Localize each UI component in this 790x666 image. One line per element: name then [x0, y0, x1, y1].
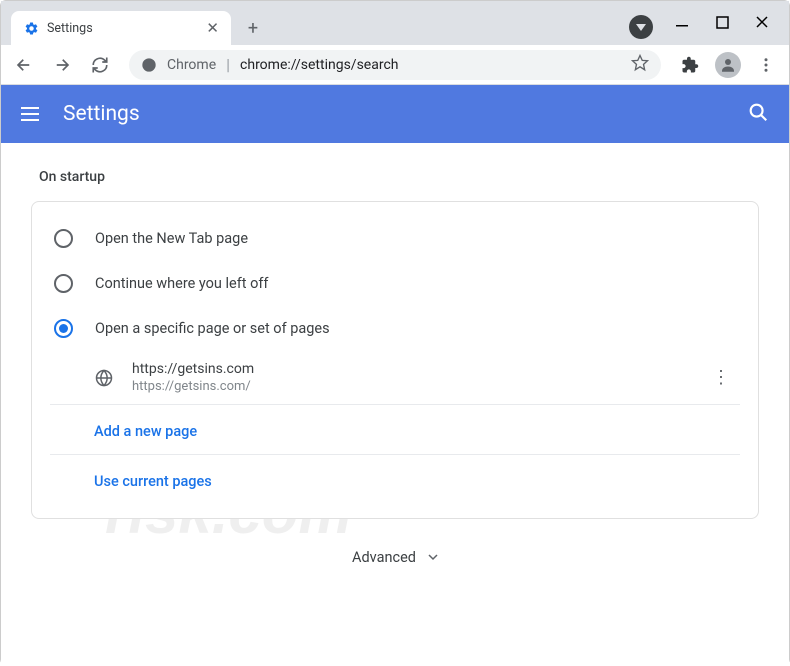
- chrome-icon: [141, 57, 157, 73]
- radio-label: Open a specific page or set of pages: [95, 320, 330, 337]
- browser-toolbar: Chrome | chrome://settings/search: [1, 45, 789, 85]
- advanced-toggle[interactable]: Advanced: [31, 519, 759, 626]
- settings-header: Settings: [1, 85, 789, 143]
- chevron-down-icon: [428, 549, 438, 566]
- use-current-link: Use current pages: [94, 473, 212, 490]
- browser-tab[interactable]: Settings ✕: [11, 11, 231, 45]
- globe-icon: [94, 368, 114, 388]
- window-titlebar: Settings ✕ +: [1, 1, 789, 45]
- use-current-row[interactable]: Use current pages: [50, 455, 740, 504]
- radio-icon-unselected: [54, 229, 73, 248]
- new-tab-button[interactable]: +: [239, 14, 267, 42]
- profile-avatar[interactable]: [713, 50, 743, 80]
- radio-specific-page[interactable]: Open a specific page or set of pages: [50, 306, 740, 351]
- close-window-button[interactable]: [753, 13, 771, 31]
- advanced-label: Advanced: [352, 549, 416, 566]
- radio-icon-unselected: [54, 274, 73, 293]
- omnibox-url: chrome://settings/search: [240, 57, 398, 73]
- window-controls: [673, 13, 771, 31]
- address-bar[interactable]: Chrome | chrome://settings/search: [129, 50, 661, 80]
- radio-new-tab[interactable]: Open the New Tab page: [50, 216, 740, 261]
- radio-label: Continue where you left off: [95, 275, 268, 292]
- startup-page-entry: https://getsins.com https://getsins.com/…: [50, 351, 740, 405]
- tab-title: Settings: [47, 21, 93, 36]
- maximize-button[interactable]: [713, 13, 731, 31]
- page-entry-url: https://getsins.com/: [132, 379, 254, 394]
- minimize-button[interactable]: [673, 13, 691, 31]
- reload-button[interactable]: [85, 50, 115, 80]
- radio-icon-selected: [54, 319, 73, 338]
- omnibox-separator: |: [226, 55, 230, 74]
- add-page-link: Add a new page: [94, 423, 197, 440]
- settings-gear-icon: [23, 20, 39, 36]
- tab-close-icon[interactable]: ✕: [206, 19, 219, 37]
- forward-button[interactable]: [47, 50, 77, 80]
- content-area[interactable]: Settings PC risk.com On startup Open the…: [1, 85, 789, 666]
- settings-body: PC risk.com On startup Open the New Tab …: [1, 143, 789, 666]
- page-entry-title: https://getsins.com: [132, 361, 254, 377]
- add-page-row[interactable]: Add a new page: [50, 405, 740, 455]
- bookmark-star-icon[interactable]: [631, 54, 649, 76]
- hamburger-menu-icon[interactable]: [21, 102, 45, 126]
- omnibox-label: Chrome: [167, 57, 216, 73]
- settings-title: Settings: [63, 102, 140, 126]
- startup-card: Open the New Tab page Continue where you…: [31, 201, 759, 519]
- section-heading: On startup: [39, 169, 751, 185]
- radio-continue[interactable]: Continue where you left off: [50, 261, 740, 306]
- extensions-icon[interactable]: [675, 50, 705, 80]
- menu-dots-icon[interactable]: [751, 50, 781, 80]
- more-options-icon[interactable]: ⋮: [706, 361, 736, 394]
- radio-label: Open the New Tab page: [95, 230, 248, 247]
- media-control-icon[interactable]: [629, 15, 653, 39]
- search-icon[interactable]: [747, 101, 769, 127]
- back-button[interactable]: [9, 50, 39, 80]
